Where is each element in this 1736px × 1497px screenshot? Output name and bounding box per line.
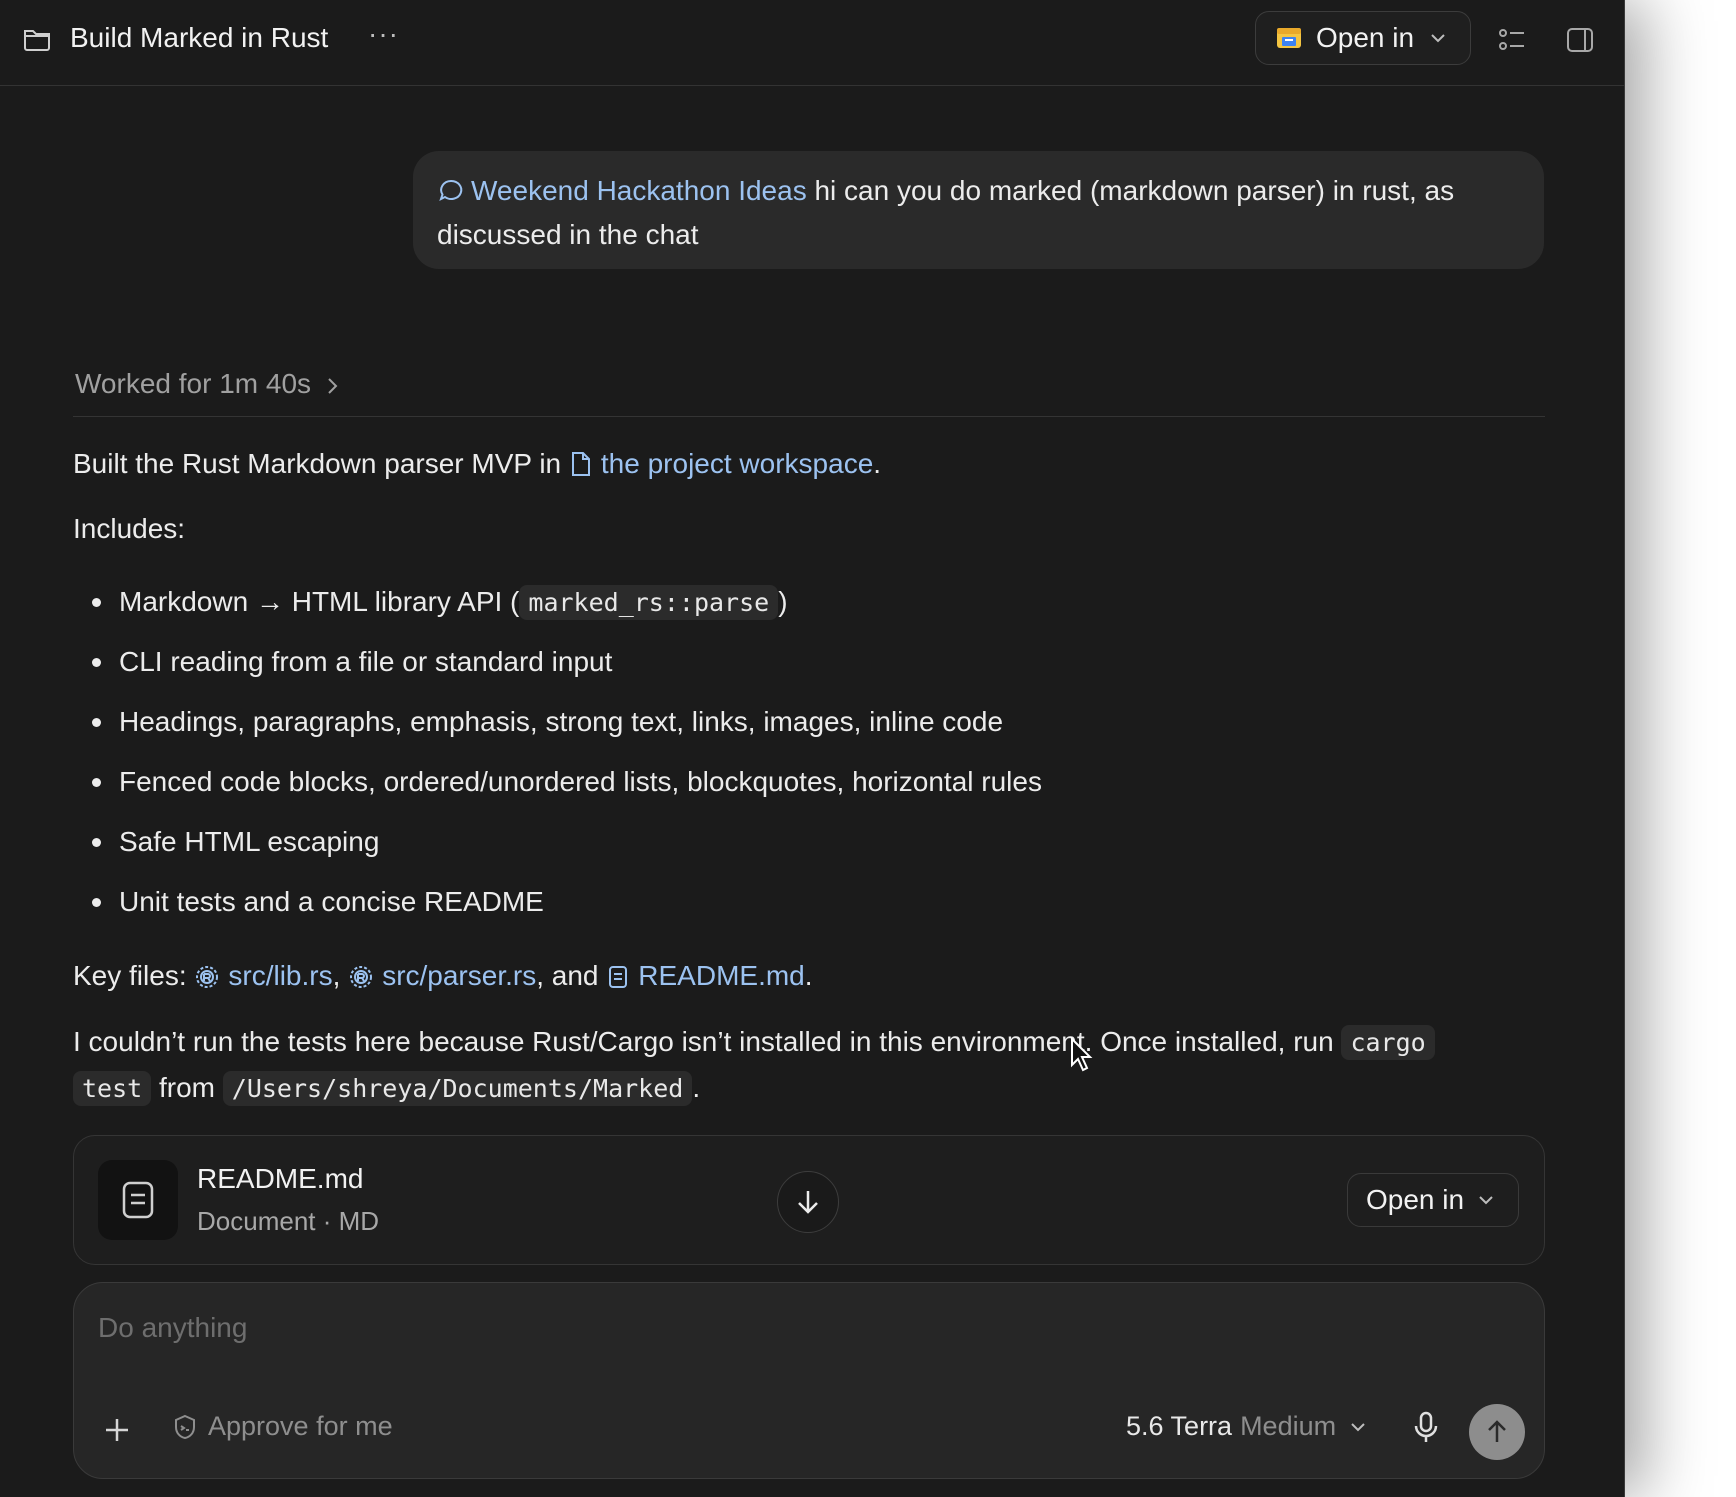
folder-icon bbox=[24, 30, 50, 51]
file-link-label: README.md bbox=[638, 960, 805, 991]
project-workspace-label: the project workspace bbox=[600, 448, 874, 479]
send-button[interactable] bbox=[1469, 1404, 1525, 1460]
file-thumbnail bbox=[98, 1160, 178, 1240]
download-button[interactable] bbox=[777, 1171, 839, 1233]
approve-for-me-toggle[interactable]: Approve for me bbox=[172, 1411, 393, 1442]
file-name: README.md bbox=[197, 1163, 364, 1194]
plus-icon[interactable] bbox=[102, 1415, 132, 1445]
rust-icon bbox=[350, 966, 373, 988]
note-text: from bbox=[151, 1072, 223, 1103]
message-composer: Approve for me 5.6 TerraMedium bbox=[73, 1282, 1545, 1479]
document-icon bbox=[609, 966, 628, 988]
project-workspace-link[interactable]: the project workspace bbox=[569, 448, 873, 479]
file-type: Document · MD bbox=[197, 1206, 380, 1236]
key-files-label: Key files: bbox=[73, 960, 195, 991]
mouse-cursor-icon bbox=[1071, 1037, 1093, 1072]
intro-period: . bbox=[873, 448, 882, 479]
microphone-icon[interactable] bbox=[1411, 1410, 1441, 1446]
chevron-right-icon bbox=[328, 378, 338, 394]
title-bar: Build Marked in Rust ··· Open in bbox=[0, 0, 1624, 86]
key-files-line: Key files: src/lib.rs, src/parser.rs, an… bbox=[73, 960, 813, 992]
worked-duration-label: Worked for 1m 40s bbox=[75, 368, 312, 399]
divider bbox=[73, 416, 1545, 417]
note-text: . bbox=[692, 1072, 701, 1103]
file-link-lib-rs[interactable]: src/lib.rs bbox=[194, 960, 333, 991]
inline-code: cargo bbox=[1341, 1025, 1435, 1060]
open-in-label: Open in bbox=[1316, 22, 1415, 53]
list-item: Fenced code blocks, ordered/unordered li… bbox=[73, 764, 1042, 824]
prompt-input[interactable] bbox=[96, 1307, 1300, 1349]
document-icon bbox=[122, 1181, 154, 1219]
open-in-button[interactable]: Open in bbox=[1347, 1173, 1519, 1227]
list-item: Headings, paragraphs, emphasis, strong t… bbox=[73, 704, 1042, 764]
app-window: Build Marked in Rust ··· Open in Weekend… bbox=[0, 0, 1625, 1497]
model-selector[interactable]: 5.6 Terra Medium bbox=[1126, 1411, 1368, 1442]
list-item: Safe HTML escaping bbox=[73, 824, 1042, 884]
approve-label: Approve for me bbox=[208, 1411, 393, 1441]
separator: . bbox=[804, 960, 813, 991]
response-intro: Built the Rust Markdown parser MVP in th… bbox=[73, 448, 881, 480]
list-item-text: Markdown → HTML library API ( bbox=[119, 586, 520, 617]
send-arrow-icon bbox=[1488, 1420, 1506, 1442]
open-in-button[interactable]: Open in bbox=[1255, 11, 1471, 65]
inline-code: test bbox=[73, 1071, 152, 1106]
model-name: 5.6 Terra bbox=[1126, 1411, 1233, 1441]
sidebar-panel-icon[interactable] bbox=[1564, 24, 1596, 56]
note-text: I couldn’t run the tests here because Ru… bbox=[73, 1026, 1342, 1057]
file-link-parser-rs[interactable]: src/parser.rs bbox=[348, 960, 536, 991]
chevron-down-icon bbox=[1479, 1196, 1493, 1205]
download-arrow-icon bbox=[798, 1191, 818, 1214]
separator: , bbox=[332, 960, 341, 991]
file-link-label: src/parser.rs bbox=[382, 960, 537, 991]
file-link-label: src/lib.rs bbox=[228, 960, 333, 991]
more-options-button[interactable]: ··· bbox=[368, 18, 399, 50]
page-title: Build Marked in Rust bbox=[70, 22, 329, 53]
file-attachment-card[interactable]: README.md Document · MD Open in bbox=[73, 1135, 1545, 1265]
user-message: Weekend Hackathon Ideas hi can you do ma… bbox=[413, 151, 1544, 269]
chevron-down-icon bbox=[1351, 1423, 1365, 1432]
list-item: Unit tests and a concise README bbox=[73, 884, 1042, 944]
open-in-label: Open in bbox=[1366, 1184, 1465, 1215]
includes-label: Includes: bbox=[73, 513, 186, 544]
finder-app-icon bbox=[1277, 28, 1301, 48]
features-list: Markdown → HTML library API (marked_rs::… bbox=[73, 584, 1042, 944]
rust-icon bbox=[196, 966, 219, 988]
model-effort: Medium bbox=[1240, 1411, 1337, 1441]
list-item: CLI reading from a file or standard inpu… bbox=[73, 644, 1042, 704]
list-icon[interactable] bbox=[1496, 24, 1528, 56]
list-item-text: ) bbox=[778, 586, 788, 617]
intro-text: Built the Rust Markdown parser MVP in bbox=[73, 448, 569, 479]
note-line-2: test from /Users/shreya/Documents/Marked… bbox=[73, 1071, 701, 1106]
file-link-readme[interactable]: README.md bbox=[606, 960, 805, 991]
chat-bubble-icon bbox=[439, 179, 463, 201]
inline-code: /Users/shreya/Documents/Marked bbox=[222, 1071, 693, 1106]
shield-icon bbox=[175, 1414, 195, 1440]
inline-code: marked_rs::parse bbox=[519, 585, 779, 620]
note-line-1: I couldn’t run the tests here because Ru… bbox=[73, 1025, 1435, 1060]
chat-reference-chip[interactable]: Weekend Hackathon Ideas bbox=[437, 175, 807, 206]
chat-reference-label: Weekend Hackathon Ideas bbox=[471, 175, 807, 206]
worked-duration-toggle[interactable]: Worked for 1m 40s bbox=[75, 368, 341, 400]
list-item: Markdown → HTML library API (marked_rs::… bbox=[73, 584, 1042, 644]
file-icon bbox=[571, 452, 590, 476]
chevron-down-icon bbox=[1431, 34, 1445, 43]
separator: , and bbox=[536, 960, 599, 991]
